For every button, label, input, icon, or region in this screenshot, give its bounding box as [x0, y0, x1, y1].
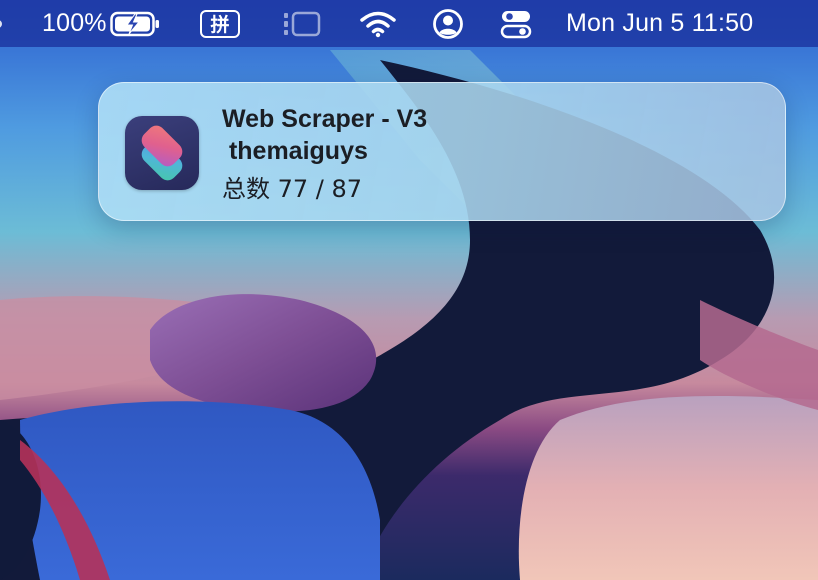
- battery-status[interactable]: 100%: [42, 0, 107, 47]
- clock[interactable]: Mon Jun 5 11:50: [566, 0, 753, 47]
- notification-title: Web Scraper - V3: [222, 105, 428, 133]
- notification-body: 总数 77 / 87: [222, 175, 363, 203]
- input-method-icon[interactable]: 拼: [200, 0, 240, 47]
- shortcuts-app-icon: [125, 116, 199, 190]
- user-account-icon[interactable]: [432, 0, 464, 47]
- notification-banner[interactable]: Web Scraper - V3 themaiguys 总数 77 / 87: [98, 82, 786, 221]
- control-center-icon[interactable]: [500, 0, 532, 47]
- battery-percent: 100%: [42, 9, 107, 37]
- battery-charging-icon[interactable]: [110, 0, 162, 47]
- menu-bar-edge-dot: [0, 0, 6, 47]
- wifi-icon[interactable]: [360, 0, 396, 47]
- stage-manager-icon[interactable]: [283, 0, 321, 47]
- notification-subtitle: themaiguys: [222, 137, 368, 165]
- input-method-label: 拼: [200, 9, 240, 38]
- menu-bar: 100% 拼 Mon Jun 5 11:50: [0, 0, 818, 47]
- clock-label: Mon Jun 5 11:50: [566, 9, 754, 37]
